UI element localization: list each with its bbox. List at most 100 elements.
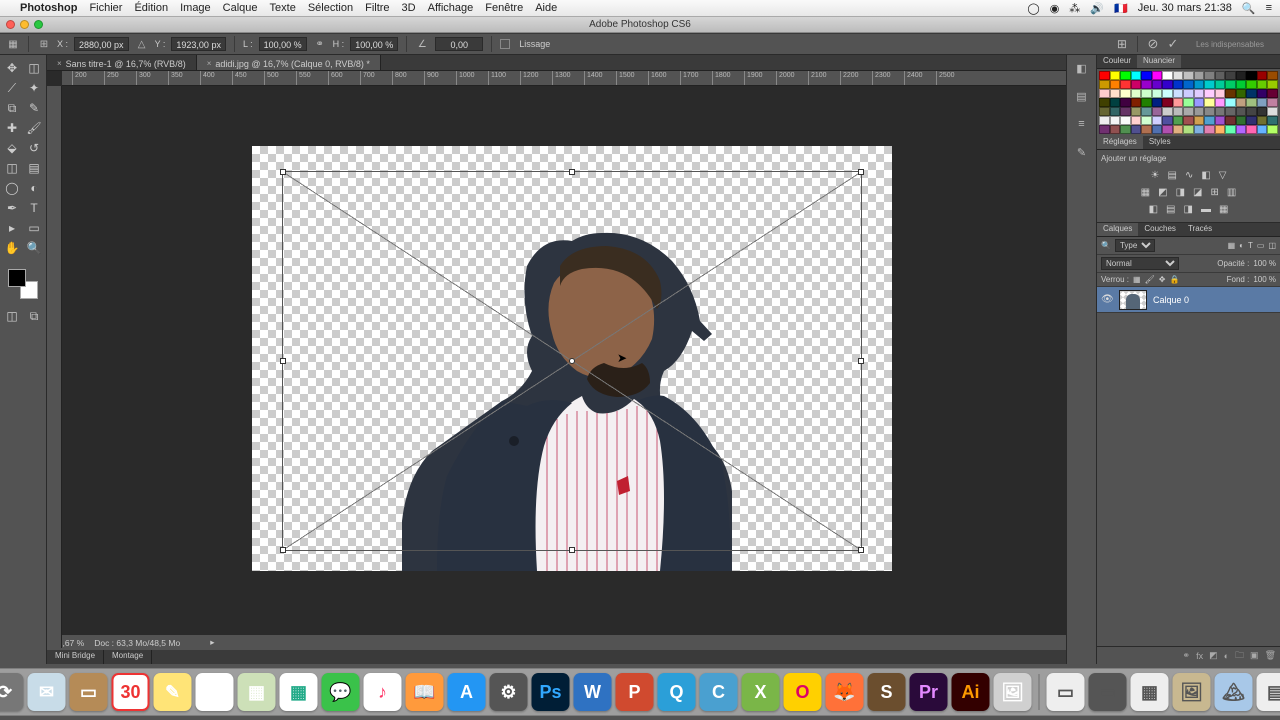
close-tab-icon[interactable]: × (207, 59, 212, 68)
swatch[interactable] (1257, 116, 1268, 125)
swatch[interactable] (1141, 89, 1152, 98)
marquee-tool[interactable]: ◫ (24, 59, 44, 77)
swatch[interactable] (1162, 71, 1173, 80)
swatch[interactable] (1141, 116, 1152, 125)
swatch[interactable] (1110, 116, 1121, 125)
swatch[interactable] (1236, 125, 1247, 134)
swatch[interactable] (1225, 107, 1236, 116)
filter-type-icon[interactable]: T (1248, 241, 1253, 250)
w-field[interactable]: 100,00 % (259, 37, 307, 51)
exposure-icon[interactable]: ◧ (1201, 170, 1210, 181)
swatch[interactable] (1141, 125, 1152, 134)
swatch[interactable] (1236, 71, 1247, 80)
gradmap-icon[interactable]: ▬ (1201, 204, 1211, 215)
swatch[interactable] (1120, 71, 1131, 80)
swatch[interactable] (1215, 71, 1226, 80)
swatch[interactable] (1236, 107, 1247, 116)
tab-couches[interactable]: Couches (1138, 223, 1182, 236)
swatch[interactable] (1131, 107, 1142, 116)
swatch[interactable] (1204, 125, 1215, 134)
swatch[interactable] (1099, 89, 1110, 98)
workspace-preset-label[interactable]: Les indispensables (1186, 40, 1274, 49)
swatch[interactable] (1183, 116, 1194, 125)
dock-app-icon[interactable]: ▦ (238, 673, 276, 711)
swatch[interactable] (1110, 107, 1121, 116)
blur-tool[interactable]: ◯ (2, 179, 22, 197)
link-layers-icon[interactable]: ⚭ (1183, 650, 1191, 661)
swatch[interactable] (1267, 80, 1278, 89)
warp-mode-icon[interactable]: ⊞ (1115, 37, 1129, 51)
swatch[interactable] (1225, 80, 1236, 89)
swatch[interactable] (1267, 116, 1278, 125)
app-menu[interactable]: Photoshop (20, 2, 77, 14)
lookup-icon[interactable]: ▥ (1227, 187, 1236, 198)
swatch[interactable] (1236, 89, 1247, 98)
invert-icon[interactable]: ◧ (1149, 204, 1158, 215)
swatch[interactable] (1131, 116, 1142, 125)
swatch[interactable] (1194, 71, 1205, 80)
transform-handle[interactable] (569, 547, 575, 553)
swatch[interactable] (1131, 98, 1142, 107)
poster-icon[interactable]: ▤ (1166, 204, 1175, 215)
dock-app-icon[interactable]: ▦ (1131, 673, 1169, 711)
pen-tool[interactable]: ✒ (2, 199, 22, 217)
swatch[interactable] (1152, 98, 1163, 107)
swatch[interactable] (1183, 89, 1194, 98)
swatch[interactable] (1173, 89, 1184, 98)
swatch[interactable] (1194, 98, 1205, 107)
dock-app-icon[interactable]: 🖼 (1173, 673, 1211, 711)
dock-app-icon[interactable]: ⟳ (0, 673, 24, 711)
swatch[interactable] (1173, 107, 1184, 116)
swatch[interactable] (1120, 107, 1131, 116)
transform-handle[interactable] (858, 358, 864, 364)
menu-affichage[interactable]: Affichage (428, 2, 474, 14)
swatch[interactable] (1152, 107, 1163, 116)
swatch[interactable] (1120, 80, 1131, 89)
transform-handle[interactable] (280, 358, 286, 364)
swatch[interactable] (1204, 98, 1215, 107)
dock-app-icon[interactable]: W (574, 673, 612, 711)
swatch[interactable] (1215, 116, 1226, 125)
swatch[interactable] (1204, 80, 1215, 89)
panel-icon[interactable]: ▤ (1072, 87, 1092, 105)
tab-nuancier[interactable]: Nuancier (1137, 55, 1181, 68)
dock-app-icon[interactable]: ▭ (1089, 673, 1127, 711)
dock-app-icon[interactable]: 🖼 (994, 673, 1032, 711)
close-window-button[interactable] (6, 20, 15, 29)
dock-app-icon[interactable]: Ai (952, 673, 990, 711)
threshold-icon[interactable]: ◨ (1184, 204, 1193, 215)
swatch[interactable] (1204, 89, 1215, 98)
swatch[interactable] (1162, 116, 1173, 125)
dock-app-icon[interactable]: A (448, 673, 486, 711)
swatch[interactable] (1152, 80, 1163, 89)
swatch[interactable] (1215, 80, 1226, 89)
healing-tool[interactable]: ✚ (2, 119, 22, 137)
panel-icon[interactable]: ≡ (1072, 115, 1092, 133)
swatch[interactable] (1246, 107, 1257, 116)
reference-point-icon[interactable]: ⊞ (37, 37, 51, 51)
document-tab[interactable]: ×adidi.jpg @ 16,7% (Calque 0, RVB/8) * (197, 55, 381, 70)
dock-app-icon[interactable]: ▭ (1047, 673, 1085, 711)
canvas-viewport[interactable]: ➤ (62, 86, 1066, 634)
chan-mix-icon[interactable]: ⊞ (1210, 187, 1218, 198)
gradient-tool[interactable]: ▤ (24, 159, 44, 177)
swatch[interactable] (1131, 89, 1142, 98)
dock-app-icon[interactable]: 🏔 (1215, 673, 1253, 711)
delete-layer-icon[interactable]: 🗑 (1265, 650, 1276, 661)
dock-app-icon[interactable]: ▤ (1257, 673, 1280, 711)
swatch[interactable] (1173, 71, 1184, 80)
swatch[interactable] (1110, 125, 1121, 134)
swatch[interactable] (1110, 89, 1121, 98)
menu-3d[interactable]: 3D (402, 2, 416, 14)
swatch[interactable] (1194, 125, 1205, 134)
swatch[interactable] (1152, 116, 1163, 125)
swatch[interactable] (1120, 89, 1131, 98)
swatch[interactable] (1267, 89, 1278, 98)
new-layer-icon[interactable]: ▣ (1250, 650, 1259, 661)
document-canvas[interactable] (252, 146, 892, 571)
dock-app-icon[interactable]: ≣ (196, 673, 234, 711)
layer-name[interactable]: Calque 0 (1153, 295, 1189, 305)
tab-styles[interactable]: Styles (1143, 136, 1177, 149)
menu-fenetre[interactable]: Fenêtre (485, 2, 523, 14)
swatch[interactable] (1183, 98, 1194, 107)
